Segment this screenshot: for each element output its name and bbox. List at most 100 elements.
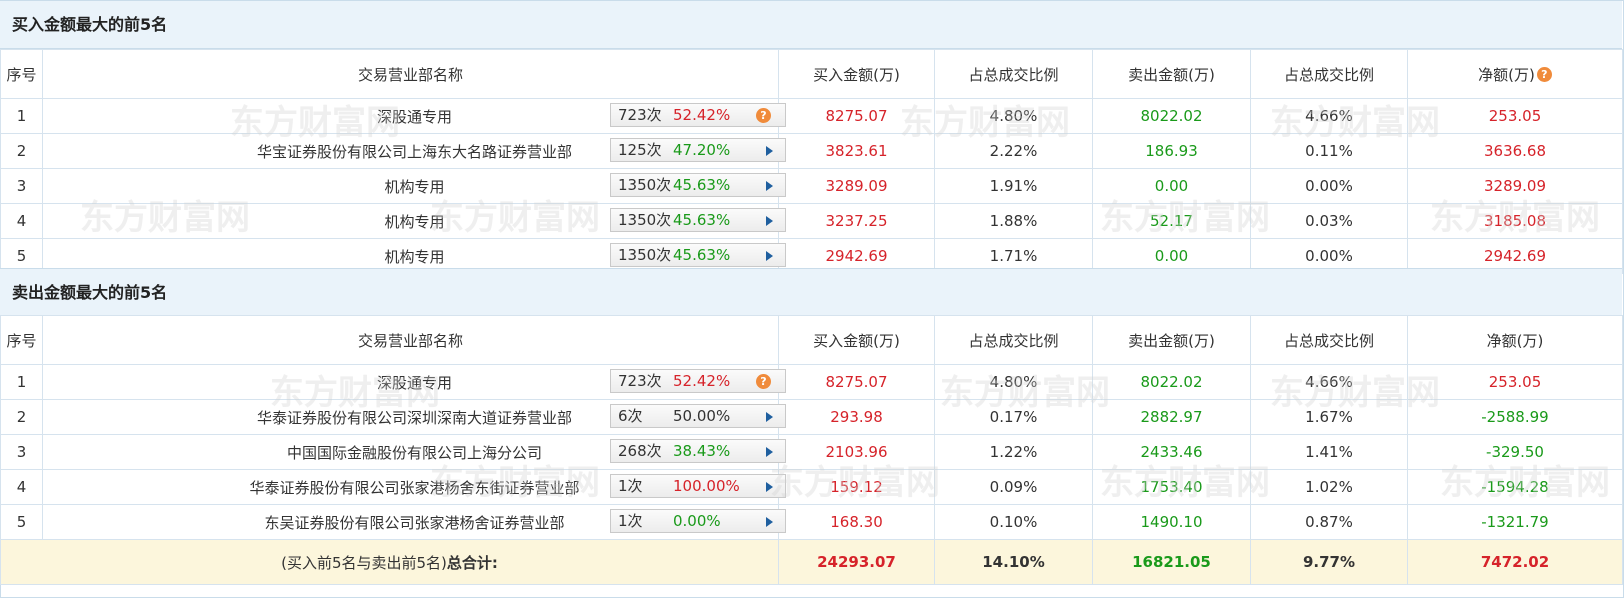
branch-name-link[interactable]: 华宝证券股份有限公司上海东大名路证券营业部 xyxy=(257,143,572,161)
col-buy-ratio: 占总成交比例 xyxy=(934,315,1093,365)
buy-amount: 293.98 xyxy=(778,399,935,435)
col-index: 序号 xyxy=(0,49,43,99)
total-label: (买入前5名与卖出前5名)总合计: xyxy=(0,539,779,585)
branch-name-cell: 深股通专用 723次 52.42%? xyxy=(42,98,786,134)
sell-ratio: 4.66% xyxy=(1250,364,1408,400)
trade-stats-badge[interactable]: 1次 100.00% xyxy=(610,474,786,498)
win-rate: 38.43% xyxy=(673,442,731,460)
trade-stats-badge[interactable]: 268次 38.43% xyxy=(610,439,786,463)
sell-table: 序号 交易营业部名称 买入金额(万) 占总成交比例 卖出金额(万) 占总成交比例… xyxy=(0,315,1623,585)
col-net-amount: 净额(万)? xyxy=(1407,49,1623,99)
branch-name-link[interactable]: 机构专用 xyxy=(384,213,444,231)
branch-name-link[interactable]: 深股通专用 xyxy=(377,374,452,392)
sell-amount: 8022.02 xyxy=(1092,364,1251,400)
trade-count: 268次 xyxy=(618,442,662,460)
arrow-right-icon[interactable] xyxy=(766,216,773,226)
branch-name-link[interactable]: 华泰证券股份有限公司张家港杨舍东街证券营业部 xyxy=(249,479,579,497)
help-icon[interactable]: ? xyxy=(1536,66,1552,82)
sell-amount: 2882.97 xyxy=(1092,399,1251,435)
sell-amount: 2433.46 xyxy=(1092,434,1251,470)
trade-stats-badge[interactable]: 125次 47.20% xyxy=(610,138,786,162)
arrow-right-icon[interactable] xyxy=(766,517,773,527)
help-icon[interactable]: ? xyxy=(756,108,771,123)
sell-table-header: 序号 交易营业部名称 买入金额(万) 占总成交比例 卖出金额(万) 占总成交比例… xyxy=(0,315,1623,365)
sell-ratio: 0.03% xyxy=(1250,203,1408,239)
trade-count: 1次 xyxy=(618,512,643,530)
branch-name-link[interactable]: 中国国际金融股份有限公司上海分公司 xyxy=(287,444,542,462)
row-index: 3 xyxy=(0,434,43,470)
col-branch-name: 交易营业部名称 xyxy=(42,315,779,365)
total-sell-ratio: 9.77% xyxy=(1250,539,1408,585)
col-branch-name: 交易营业部名称 xyxy=(42,49,779,99)
win-rate: 47.20% xyxy=(673,141,731,159)
net-amount: -2588.99 xyxy=(1407,399,1623,435)
trade-stats-badge[interactable]: 723次 52.42%? xyxy=(610,103,786,127)
table-row: 4 华泰证券股份有限公司张家港杨舍东街证券营业部 1次 100.00% 159.12 0.… xyxy=(0,469,1623,505)
total-buy-amount: 24293.07 xyxy=(778,539,935,585)
col-buy-ratio: 占总成交比例 xyxy=(934,49,1093,99)
trade-stats-badge[interactable]: 723次 52.42%? xyxy=(610,369,786,393)
sell-ratio: 0.00% xyxy=(1250,168,1408,204)
col-sell-ratio: 占总成交比例 xyxy=(1250,49,1408,99)
col-buy-amount: 买入金额(万) xyxy=(778,49,935,99)
win-rate: 50.00% xyxy=(673,407,731,425)
arrow-right-icon[interactable] xyxy=(766,251,773,261)
col-buy-amount: 买入金额(万) xyxy=(778,315,935,365)
net-amount: 3636.68 xyxy=(1407,133,1623,169)
col-sell-amount: 卖出金额(万) xyxy=(1092,315,1251,365)
col-sell-ratio: 占总成交比例 xyxy=(1250,315,1408,365)
trade-count: 1次 xyxy=(618,477,643,495)
branch-name-cell: 华泰证券股份有限公司深圳深南大道证券营业部 6次 50.00% xyxy=(42,399,786,435)
col-net-amount: 净额(万) xyxy=(1407,315,1623,365)
help-icon[interactable]: ? xyxy=(756,374,771,389)
table-row: 2 华泰证券股份有限公司深圳深南大道证券营业部 6次 50.00% 293.98 0.17… xyxy=(0,399,1623,435)
arrow-right-icon[interactable] xyxy=(766,181,773,191)
trade-stats-badge[interactable]: 6次 50.00% xyxy=(610,404,786,428)
table-row: 2 华宝证券股份有限公司上海东大名路证券营业部 125次 47.20% 3823.61 2… xyxy=(0,133,1623,169)
row-index: 1 xyxy=(0,364,43,400)
net-amount: -1594.28 xyxy=(1407,469,1623,505)
branch-name-cell: 东吴证券股份有限公司张家港杨舍证券营业部 1次 0.00% xyxy=(42,504,786,540)
trade-stats-badge[interactable]: 1350次 45.63% xyxy=(610,208,786,232)
net-amount: -329.50 xyxy=(1407,434,1623,470)
branch-name-link[interactable]: 华泰证券股份有限公司深圳深南大道证券营业部 xyxy=(257,409,572,427)
trade-count: 125次 xyxy=(618,141,662,159)
branch-name-link[interactable]: 机构专用 xyxy=(384,178,444,196)
arrow-right-icon[interactable] xyxy=(766,447,773,457)
win-rate: 45.63% xyxy=(673,246,731,264)
trade-stats-badge[interactable]: 1350次 45.63% xyxy=(610,243,786,267)
buy-ratio: 2.22% xyxy=(934,133,1093,169)
buy-ratio: 1.88% xyxy=(934,203,1093,239)
col-sell-amount: 卖出金额(万) xyxy=(1092,49,1251,99)
buy-ratio: 0.17% xyxy=(934,399,1093,435)
buy-amount: 3237.25 xyxy=(778,203,935,239)
buy-section-title: 买入金额最大的前5名 xyxy=(0,1,1622,49)
total-row: (买入前5名与卖出前5名)总合计: 24293.07 14.10% 16821.… xyxy=(0,539,1623,585)
branch-name-link[interactable]: 深股通专用 xyxy=(377,108,452,126)
buy-amount: 3289.09 xyxy=(778,168,935,204)
branch-name-cell: 机构专用 1350次 45.63% xyxy=(42,168,786,204)
total-sell-amount: 16821.05 xyxy=(1092,539,1251,585)
arrow-right-icon[interactable] xyxy=(766,412,773,422)
total-buy-ratio: 14.10% xyxy=(934,539,1093,585)
row-index: 3 xyxy=(0,168,43,204)
row-index: 2 xyxy=(0,399,43,435)
table-row: 3 中国国际金融股份有限公司上海分公司 268次 38.43% 2103.96 1.22%… xyxy=(0,434,1623,470)
trade-stats-badge[interactable]: 1350次 45.63% xyxy=(610,173,786,197)
arrow-right-icon[interactable] xyxy=(766,146,773,156)
win-rate: 45.63% xyxy=(673,211,731,229)
branch-name-link[interactable]: 东吴证券股份有限公司张家港杨舍证券营业部 xyxy=(264,514,564,532)
buy-amount: 8275.07 xyxy=(778,98,935,134)
trade-stats-badge[interactable]: 1次 0.00% xyxy=(610,509,786,533)
buy-ratio: 1.22% xyxy=(934,434,1093,470)
row-index: 2 xyxy=(0,133,43,169)
row-index: 4 xyxy=(0,469,43,505)
sell-ratio: 0.11% xyxy=(1250,133,1408,169)
trade-count: 723次 xyxy=(618,372,662,390)
arrow-right-icon[interactable] xyxy=(766,482,773,492)
trade-count: 1350次 xyxy=(618,246,672,264)
win-rate: 52.42% xyxy=(673,372,731,390)
trade-count: 723次 xyxy=(618,106,662,124)
branch-name-cell: 深股通专用 723次 52.42%? xyxy=(42,364,786,400)
branch-name-link[interactable]: 机构专用 xyxy=(384,248,444,266)
